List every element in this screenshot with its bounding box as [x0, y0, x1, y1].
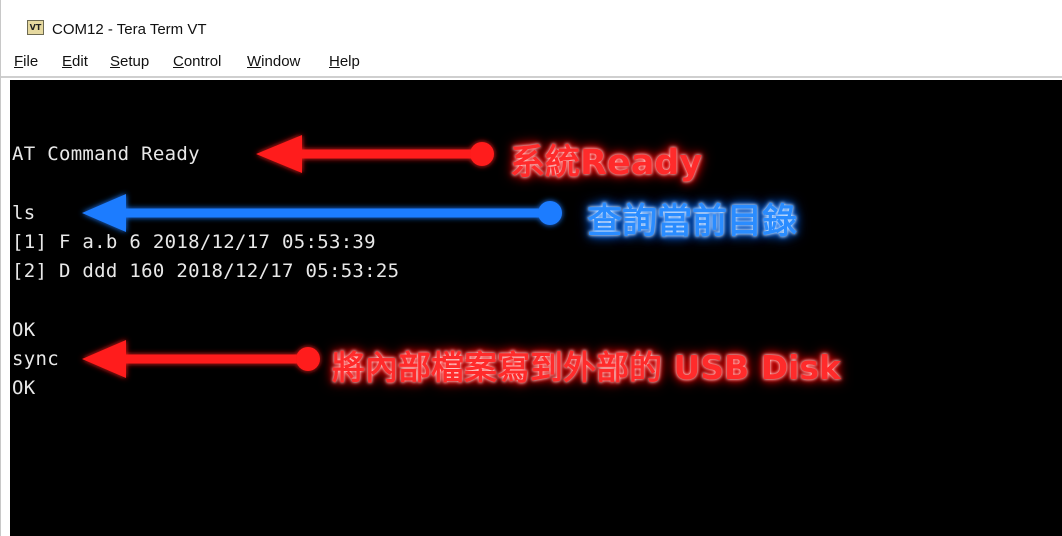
tera-term-app-icon[interactable]: VT	[27, 20, 44, 35]
menu-file-rest: ile	[23, 53, 39, 70]
annotation-ls-label: 查詢當前目錄	[587, 202, 798, 242]
menu-setup[interactable]: Setup	[110, 53, 149, 70]
annotation-ready-label: 系統Ready	[510, 143, 703, 183]
menu-edit-rest: dit	[72, 53, 88, 70]
menu-file[interactable]: File	[14, 53, 38, 70]
menu-edit[interactable]: Edit	[62, 53, 88, 70]
annotation-sync-label: 將內部檔案寫到外部的 USB Disk	[332, 348, 841, 387]
menu-setup-accel: S	[110, 53, 121, 70]
terminal-screen[interactable]: AT Command Ready ls [1] F a.b 6 2018/12/…	[10, 80, 1062, 536]
menu-window[interactable]: Window	[247, 53, 300, 70]
menu-help-rest: elp	[339, 53, 360, 70]
menu-window-rest: indow	[261, 53, 301, 70]
menu-setup-rest: etup	[120, 53, 150, 70]
menu-control-rest: ontrol	[183, 53, 222, 70]
menu-edit-accel: E	[62, 53, 73, 70]
window-title: COM12 - Tera Term VT	[52, 21, 207, 38]
blue-arrow-ls-icon	[82, 194, 562, 232]
menu-window-accel: W	[247, 53, 262, 70]
menu-control[interactable]: Control	[173, 53, 221, 70]
red-arrow-ready-icon	[256, 135, 494, 173]
menu-bar: File Edit Setup Control Window Help	[1, 50, 1062, 78]
menu-help-accel: H	[329, 53, 340, 70]
menu-help[interactable]: Help	[329, 53, 360, 70]
menu-file-accel: F	[14, 53, 24, 70]
menu-control-accel: C	[173, 53, 184, 70]
title-bar[interactable]: VT COM12 - Tera Term VT	[1, 0, 1062, 50]
red-arrow-sync-icon	[82, 340, 320, 378]
tera-term-window: VT COM12 - Tera Term VT File Edit Setup …	[0, 0, 1062, 536]
